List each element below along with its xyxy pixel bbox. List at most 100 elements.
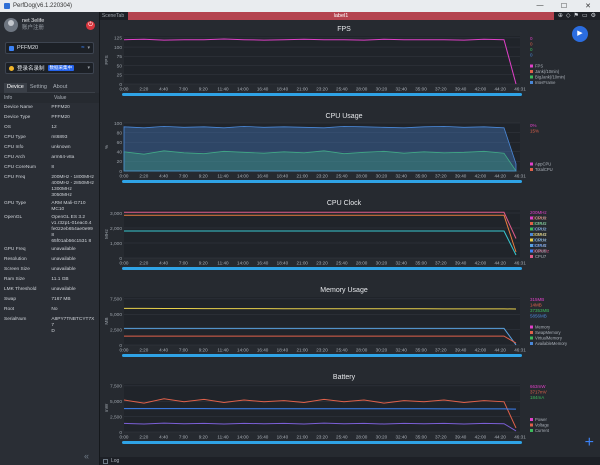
table-row: Screen Size unavailable [0, 265, 99, 275]
legend-entry[interactable]: TotalCPU [535, 167, 553, 172]
y-tick-label: 5,000 [110, 399, 122, 405]
legend-entry[interactable]: AppCPU [535, 162, 551, 167]
info-key: Swap [4, 297, 16, 302]
table-row: LMK Threshold unavailable [0, 285, 99, 295]
x-tick-label: 37:20 [435, 435, 447, 440]
info-value: No [51, 307, 58, 312]
x-tick-label: 23:20 [316, 435, 328, 440]
legend-value: 184mA [530, 395, 544, 400]
user-name: net 3elife [22, 18, 45, 24]
legend-entry[interactable]: Power [535, 417, 547, 422]
info-value: 12 [51, 125, 57, 130]
timeline-scrollbar[interactable] [122, 267, 522, 270]
info-value: arm64-v8a [51, 155, 75, 160]
location-icon[interactable]: ⊕ [558, 12, 563, 20]
legend-entry[interactable]: InterFrame [535, 80, 556, 85]
window-icon[interactable]: ▭ [582, 12, 588, 20]
y-tick-label: 125 [114, 36, 122, 42]
x-tick-label: 25:40 [336, 348, 348, 353]
x-tick-label: 16:40 [257, 174, 269, 179]
x-tick-label: 16:40 [257, 348, 269, 353]
legend-entry[interactable]: Memory [535, 325, 551, 330]
legend-entry[interactable]: CPU4 [535, 238, 547, 243]
legend-entry[interactable]: SwapMemory [535, 330, 562, 335]
x-tick-label: 37:20 [435, 174, 447, 179]
legend-entry[interactable]: CPU2 [535, 227, 547, 232]
close-button[interactable]: ✕ [576, 2, 600, 10]
y-tick-label: 100 [114, 121, 122, 127]
table-row: CPU Info unknown [0, 143, 99, 153]
play-button[interactable]: ▶ [572, 26, 588, 42]
x-tick-label: 2:20 [139, 261, 148, 266]
account-register-link[interactable]: 账户注册 [22, 25, 44, 32]
info-key: Ram Size [4, 277, 25, 282]
legend-entry[interactable]: FPS [535, 64, 543, 69]
legend-entry[interactable]: CPU5 [535, 243, 547, 248]
x-tick-label: 21:00 [296, 348, 308, 353]
gear-icon[interactable]: ⚙ [591, 12, 596, 20]
x-tick-label: 18:40 [277, 87, 289, 92]
x-tick-label: 11:40 [217, 87, 229, 92]
legend-entry[interactable]: CPU3 [535, 232, 547, 237]
x-tick-label: 39:40 [455, 261, 467, 266]
flag-icon[interactable]: ⚑ [574, 12, 579, 20]
legend-entry[interactable]: Jank(/10min) [535, 69, 560, 74]
x-tick-label: 35:00 [415, 348, 427, 353]
legend-value: 200MHz [530, 210, 548, 215]
table-row: OpenGL OpenGL ES 3.2 v1.r32p1-01eac0.4 fe… [0, 213, 99, 245]
tab-device[interactable]: Device [4, 83, 27, 92]
log-toggle-icon[interactable] [103, 458, 108, 464]
power-icon[interactable]: ⏻ [86, 20, 95, 30]
chart-0: FPS0255075100125FPS0000FPSJank(/10min)Bi… [100, 20, 600, 107]
legend-entry[interactable]: AvailableMemory [535, 341, 568, 346]
x-tick-label: 18:40 [277, 261, 289, 266]
y-tick-label: 100 [114, 45, 122, 51]
info-value: unavailable [51, 257, 76, 262]
legend-entry[interactable]: CPU1 [535, 221, 547, 226]
timeline-scrollbar[interactable] [122, 93, 522, 96]
info-value: 7167 MB [51, 297, 71, 302]
tab-about[interactable]: About [50, 83, 70, 92]
info-value: ARM Mali-G710 MC10 [51, 201, 86, 212]
x-tick-label: 30:20 [376, 435, 388, 440]
x-tick-label: 32:40 [395, 87, 407, 92]
info-value: 8 [51, 165, 55, 170]
app-logo-icon [4, 3, 10, 9]
legend-entry[interactable]: Current [535, 428, 550, 433]
series-area-TotalCPU [123, 125, 517, 172]
diamond-icon[interactable]: ◇ [566, 12, 571, 20]
legend-swatch [530, 75, 533, 79]
x-tick-label: 11:40 [217, 174, 229, 179]
maximize-button[interactable]: ☐ [552, 2, 576, 10]
x-tick-label: 35:00 [415, 174, 427, 179]
timeline-scrollbar[interactable] [122, 180, 522, 183]
info-key: GPU Type [4, 201, 27, 206]
legend-entry[interactable]: VirtualMemory [535, 336, 563, 341]
device-select[interactable]: PFFM20 ≈ ▾ [5, 42, 94, 54]
timeline-scrollbar[interactable] [122, 354, 522, 357]
legend-entry[interactable]: CPU6 [535, 249, 547, 254]
log-label[interactable]: Log [111, 458, 119, 464]
legend-swatch [530, 222, 533, 225]
tab-setting[interactable]: Setting [27, 83, 50, 92]
x-tick-label: 35:00 [415, 261, 427, 266]
app-select[interactable]: 登录名录制 数据采集中 ▾ [5, 62, 94, 74]
legend-swatch [530, 81, 533, 84]
legend-entry[interactable]: CPU7 [535, 254, 547, 259]
y-tick-label: 2,500 [110, 327, 122, 333]
timeline-scrollbar[interactable] [122, 441, 522, 444]
table-row: CPU Freq 200MHz - 1800MHz 400MHz - 2850MH… [0, 173, 99, 199]
avatar[interactable] [4, 18, 18, 32]
label-marker[interactable]: label1 [128, 12, 554, 20]
app-icon [9, 65, 14, 71]
minimize-button[interactable]: — [528, 2, 552, 10]
legend-entry[interactable]: Voltage [535, 423, 550, 428]
legend-entry[interactable]: CPU0 [535, 216, 547, 221]
add-chart-button[interactable]: + [585, 435, 594, 451]
legend-entry[interactable]: BigJank(/10min) [535, 75, 566, 80]
y-tick-label: 3,000 [110, 211, 122, 217]
x-tick-label: 32:40 [395, 435, 407, 440]
x-tick-label: 42:00 [475, 435, 487, 440]
collapse-sidebar-icon[interactable]: « [84, 451, 89, 461]
scene-tab[interactable]: SceneTab [100, 13, 126, 19]
